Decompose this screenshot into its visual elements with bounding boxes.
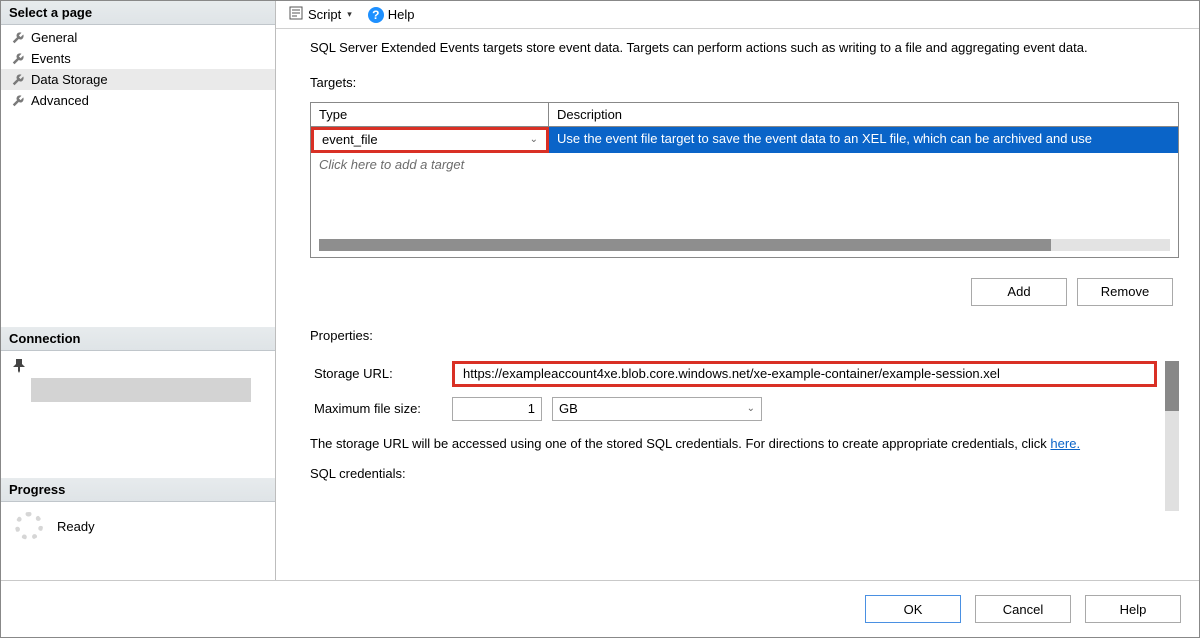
target-description-cell: Use the event file target to save the ev… (549, 127, 1178, 153)
script-icon (288, 5, 304, 24)
sidebar-item-label: General (31, 30, 77, 45)
targets-label: Targets: (310, 75, 1179, 90)
script-button[interactable]: Script ▾ (282, 3, 358, 26)
help-icon: ? (368, 7, 384, 23)
max-file-size-label: Maximum file size: (310, 401, 442, 416)
connection-header: Connection (1, 327, 275, 351)
target-type-dropdown[interactable]: event_file ⌄ (311, 127, 549, 153)
table-row[interactable]: event_file ⌄ Use the event file target t… (311, 127, 1178, 153)
description-text: SQL Server Extended Events targets store… (310, 39, 1179, 57)
credentials-hint: The storage URL will be accessed using o… (310, 435, 1157, 453)
sql-credentials-label: SQL credentials: (310, 466, 1157, 481)
wrench-icon (11, 31, 25, 45)
cancel-button[interactable]: Cancel (975, 595, 1071, 623)
sidebar: Select a page General Events Data Storag… (1, 1, 276, 580)
unit-value: GB (559, 401, 578, 416)
script-label: Script (308, 7, 341, 22)
targets-grid: Type Description event_file ⌄ Use the ev… (310, 102, 1179, 258)
hint-text: The storage URL will be accessed using o… (310, 436, 1050, 451)
column-header-type[interactable]: Type (311, 103, 549, 126)
connection-icon (11, 361, 27, 376)
connection-area (1, 351, 275, 408)
help-button[interactable]: ? Help (362, 5, 421, 25)
grid-horizontal-scrollbar[interactable] (319, 239, 1170, 251)
storage-url-input[interactable] (452, 361, 1157, 387)
progress-area: Ready (1, 502, 275, 550)
content-panel: Script ▾ ? Help SQL Server Extended Even… (276, 1, 1199, 580)
progress-ring-icon (15, 512, 43, 540)
chevron-down-icon: ⌄ (530, 134, 538, 145)
progress-status: Ready (57, 519, 95, 534)
page-list: General Events Data Storage Advanced (1, 25, 275, 113)
grid-header: Type Description (311, 103, 1178, 127)
placeholder-text: Click here to add a target (311, 153, 1178, 179)
column-header-description[interactable]: Description (549, 103, 1178, 126)
sidebar-item-general[interactable]: General (1, 27, 275, 48)
sidebar-item-label: Events (31, 51, 71, 66)
max-file-size-input[interactable] (452, 397, 542, 421)
chevron-down-icon: ⌄ (747, 403, 755, 414)
sidebar-item-label: Advanced (31, 93, 89, 108)
sidebar-item-events[interactable]: Events (1, 48, 275, 69)
select-page-header: Select a page (1, 1, 275, 25)
max-file-size-unit-dropdown[interactable]: GB ⌄ (552, 397, 762, 421)
wrench-icon (11, 73, 25, 87)
progress-header: Progress (1, 478, 275, 502)
add-target-placeholder[interactable]: Click here to add a target (311, 153, 1178, 179)
sidebar-item-data-storage[interactable]: Data Storage (1, 69, 275, 90)
dropdown-caret-icon: ▾ (347, 9, 352, 20)
storage-url-label: Storage URL: (310, 366, 442, 381)
add-button[interactable]: Add (971, 278, 1067, 306)
wrench-icon (11, 94, 25, 108)
toolbar: Script ▾ ? Help (276, 1, 1199, 29)
connection-value (31, 378, 251, 402)
remove-button[interactable]: Remove (1077, 278, 1173, 306)
help-footer-button[interactable]: Help (1085, 595, 1181, 623)
target-type-value: event_file (322, 132, 378, 147)
help-label: Help (388, 7, 415, 22)
ok-button[interactable]: OK (865, 595, 961, 623)
dialog-footer: OK Cancel Help (1, 580, 1199, 637)
properties-vertical-scrollbar[interactable] (1165, 361, 1179, 511)
wrench-icon (11, 52, 25, 66)
hint-here-link[interactable]: here. (1050, 436, 1080, 451)
sidebar-item-advanced[interactable]: Advanced (1, 90, 275, 111)
properties-label: Properties: (310, 328, 1179, 343)
sidebar-item-label: Data Storage (31, 72, 108, 87)
